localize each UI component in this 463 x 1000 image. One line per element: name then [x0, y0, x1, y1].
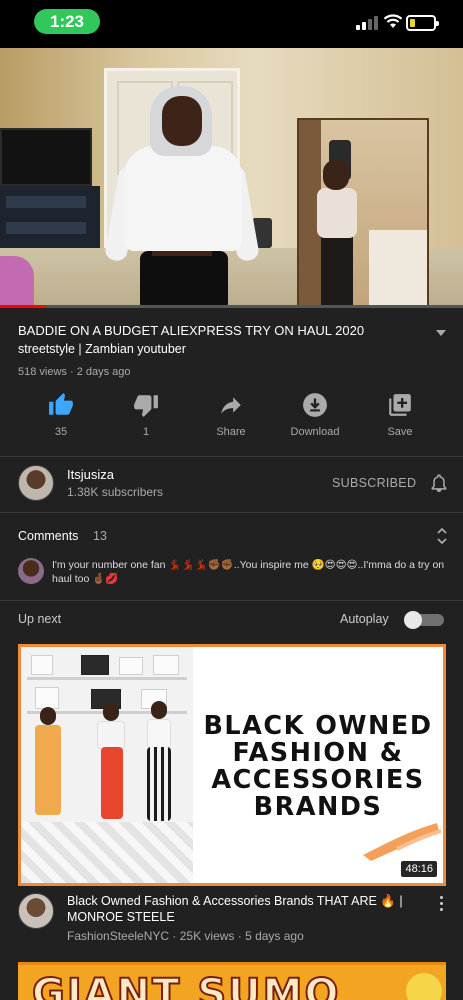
notification-bell-icon[interactable]	[429, 472, 449, 494]
expand-comments-icon[interactable]	[436, 527, 448, 545]
emoji-face-icon	[406, 973, 442, 1000]
divider	[0, 600, 463, 601]
download-label: Download	[290, 426, 340, 438]
divider	[0, 456, 463, 457]
comments-count: 13	[93, 529, 107, 543]
dislike-button[interactable]: 1	[106, 390, 186, 438]
brush-stroke-decoration	[363, 823, 441, 861]
wifi-icon	[383, 14, 403, 28]
save-icon	[389, 394, 411, 416]
recommended-video-title[interactable]: Black Owned Fashion & Accessories Brands…	[67, 893, 422, 925]
save-label: Save	[387, 426, 413, 438]
video-frame-person	[103, 86, 261, 308]
download-icon	[303, 393, 327, 417]
channel-subscriber-count: 1.38K subscribers	[67, 485, 164, 499]
video-duration-badge: 48:16	[401, 861, 437, 877]
next-thumbnail-text: GIANT SUMO	[31, 970, 341, 1000]
comments-label[interactable]: Comments	[18, 529, 78, 543]
cellular-signal-icon	[356, 16, 378, 30]
status-time: 1:23	[34, 9, 100, 34]
save-button[interactable]: Save	[360, 390, 440, 438]
thumbnail-title-text: BLACK OWNED FASHION & ACCESSORIES BRANDS	[203, 711, 433, 822]
recommended-video-thumbnail[interactable]: BLACK OWNED FASHION & ACCESSORIES BRANDS…	[18, 644, 446, 886]
dislike-icon	[134, 395, 158, 417]
autoplay-label: Autoplay	[340, 612, 389, 626]
autoplay-toggle[interactable]	[404, 611, 444, 629]
download-button[interactable]: Download	[275, 390, 355, 438]
share-button[interactable]: Share	[191, 390, 271, 438]
like-button[interactable]: 35	[21, 390, 101, 438]
divider	[0, 512, 463, 513]
recommended-video-meta: FashionSteeleNYC · 25K views · 5 days ag…	[67, 929, 304, 943]
like-count: 35	[54, 426, 68, 438]
channel-avatar[interactable]	[18, 465, 54, 501]
video-title: BADDIE ON A BUDGET ALIEXPRESS TRY ON HAU…	[18, 323, 365, 338]
battery-icon	[406, 15, 439, 31]
expand-description-icon[interactable]	[436, 330, 446, 336]
more-options-icon[interactable]	[440, 896, 444, 914]
like-icon	[49, 393, 73, 415]
video-subtitle: streetstyle | Zambian youtuber	[18, 342, 186, 356]
commenter-avatar	[18, 558, 44, 584]
up-next-label: Up next	[18, 612, 62, 626]
video-title-block[interactable]: BADDIE ON A BUDGET ALIEXPRESS TRY ON HAU…	[18, 322, 418, 358]
channel-name[interactable]: Itsjusiza	[67, 467, 114, 482]
view-count: 518 views · 2 days ago	[18, 366, 131, 378]
dislike-count: 1	[142, 426, 150, 438]
share-icon	[221, 397, 241, 414]
subscribed-button[interactable]: SUBSCRIBED	[332, 476, 416, 490]
next-video-thumbnail[interactable]: GIANT SUMO	[18, 962, 446, 1000]
top-comment-text[interactable]: I'm your number one fan 💃🏿💃🏿💃🏿✊🏾✊🏾..You …	[52, 558, 450, 586]
recommended-channel-avatar[interactable]	[18, 893, 54, 929]
video-player[interactable]	[0, 48, 463, 308]
share-label: Share	[216, 426, 246, 438]
video-inset-photo	[297, 118, 429, 308]
video-actions: 35 1 Share Download Save	[0, 390, 463, 444]
progress-bar[interactable]	[0, 305, 47, 308]
status-bar: 1:23	[0, 0, 463, 48]
progress-track[interactable]	[0, 305, 463, 308]
thumbnail-photo	[21, 647, 193, 883]
